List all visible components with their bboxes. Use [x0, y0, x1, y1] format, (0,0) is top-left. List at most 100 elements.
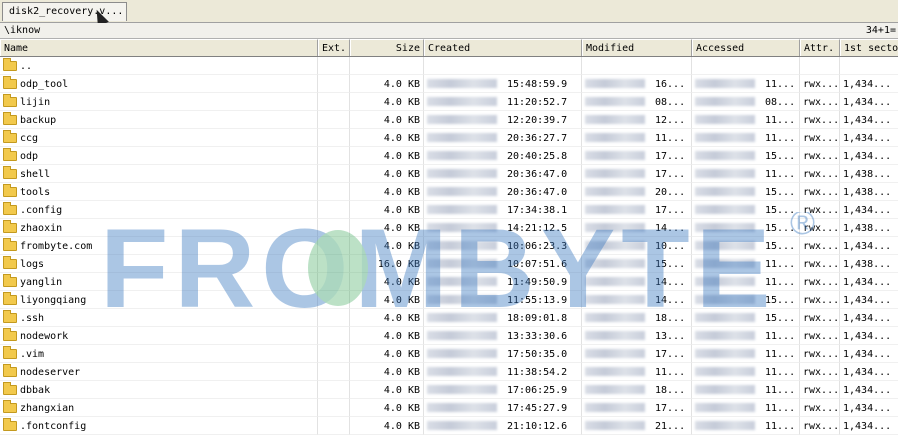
- ext-cell: [318, 327, 350, 345]
- table-row[interactable]: yanglin 4.0 KB 11:49:50.9 14... 11... rwx... 1…: [0, 273, 898, 291]
- table-row[interactable]: tools 4.0 KB 20:36:47.0 20... 15... rwx... 1,4…: [0, 183, 898, 201]
- column-header-created[interactable]: Created: [424, 39, 582, 56]
- column-header-size[interactable]: Size: [350, 39, 424, 56]
- name-cell[interactable]: ..: [0, 57, 318, 75]
- redacted-date: [695, 97, 755, 106]
- file-name: ..: [20, 61, 33, 72]
- size-cell: 4.0 KB: [350, 165, 424, 183]
- modified-value: 17...: [655, 403, 686, 414]
- name-cell[interactable]: zhangxian: [0, 399, 318, 417]
- created-time: 20:40:25.8: [507, 151, 568, 162]
- name-cell[interactable]: zhaoxin: [0, 219, 318, 237]
- created-cell: 20:36:47.0: [424, 183, 582, 201]
- name-cell[interactable]: frombyte.com: [0, 237, 318, 255]
- table-row[interactable]: nodeserver 4.0 KB 11:38:54.2 11... 11... rwx.…: [0, 363, 898, 381]
- created-time: 13:33:30.6: [507, 331, 568, 342]
- redacted-date: [695, 313, 755, 322]
- table-row[interactable]: frombyte.com 4.0 KB 10:06:23.3 10... 15... rw…: [0, 237, 898, 255]
- table-row[interactable]: odp 4.0 KB 20:40:25.8 17... 15... rwx... 1,434…: [0, 147, 898, 165]
- created-cell: 11:55:13.9: [424, 291, 582, 309]
- name-cell[interactable]: logs: [0, 255, 318, 273]
- column-header-name[interactable]: Name: [0, 39, 318, 56]
- file-name: yanglin: [20, 277, 63, 288]
- name-cell[interactable]: tools: [0, 183, 318, 201]
- table-row[interactable]: .vim 4.0 KB 17:50:35.0 17... 11... rwx... 1,43…: [0, 345, 898, 363]
- name-cell[interactable]: .fontconfig: [0, 417, 318, 435]
- column-header-accessed[interactable]: Accessed: [692, 39, 800, 56]
- attr-cell: rwx...: [800, 399, 840, 417]
- sector-cell: 1,434...: [840, 93, 898, 111]
- table-row[interactable]: odp_tool 4.0 KB 15:48:59.9 16... 11... rwx...…: [0, 75, 898, 93]
- created-time: 17:45:27.9: [507, 403, 568, 414]
- name-cell[interactable]: dbbak: [0, 381, 318, 399]
- name-cell[interactable]: odp_tool: [0, 75, 318, 93]
- redacted-date: [585, 151, 645, 160]
- table-row[interactable]: liyongqiang 4.0 KB 11:55:13.9 14... 15... rwx…: [0, 291, 898, 309]
- accessed-cell: 15...: [692, 147, 800, 165]
- table-row[interactable]: .ssh 4.0 KB 18:09:01.8 18... 15... rwx... 1,43…: [0, 309, 898, 327]
- item-count: 34+1=: [865, 25, 896, 36]
- table-row[interactable]: zhangxian 4.0 KB 17:45:27.9 17... 11... rwx..…: [0, 399, 898, 417]
- accessed-value: 11...: [765, 331, 796, 342]
- redacted-date: [695, 295, 755, 304]
- file-name: zhaoxin: [20, 223, 63, 234]
- table-row[interactable]: zhaoxin 4.0 KB 14:21:12.5 14... 15... rwx... 1…: [0, 219, 898, 237]
- name-cell[interactable]: .config: [0, 201, 318, 219]
- modified-cell: 15...: [582, 255, 692, 273]
- accessed-cell: 15...: [692, 291, 800, 309]
- column-header-modified[interactable]: Modified: [582, 39, 692, 56]
- name-cell[interactable]: odp: [0, 147, 318, 165]
- name-cell[interactable]: .ssh: [0, 309, 318, 327]
- attr-cell: rwx...: [800, 219, 840, 237]
- modified-cell: 18...: [582, 381, 692, 399]
- table-row[interactable]: ..: [0, 57, 898, 75]
- folder-icon: [3, 166, 17, 179]
- table-row[interactable]: shell 4.0 KB 20:36:47.0 17... 11... rwx... 1,4…: [0, 165, 898, 183]
- table-row[interactable]: ccg 4.0 KB 20:36:27.7 11... 11... rwx... 1,434…: [0, 129, 898, 147]
- name-cell[interactable]: ccg: [0, 129, 318, 147]
- folder-icon: [3, 202, 17, 215]
- folder-icon: [3, 220, 17, 233]
- name-cell[interactable]: backup: [0, 111, 318, 129]
- created-cell: 20:36:27.7: [424, 129, 582, 147]
- column-header-ext[interactable]: Ext.: [318, 39, 350, 56]
- table-row[interactable]: nodework 4.0 KB 13:33:30.6 13... 11... rwx...…: [0, 327, 898, 345]
- name-cell[interactable]: nodework: [0, 327, 318, 345]
- name-cell[interactable]: lijin: [0, 93, 318, 111]
- created-cell: 13:33:30.6: [424, 327, 582, 345]
- name-cell[interactable]: .vim: [0, 345, 318, 363]
- redacted-date: [585, 331, 645, 340]
- folder-icon: [3, 94, 17, 107]
- table-row[interactable]: .config 4.0 KB 17:34:38.1 17... 15... rwx... 1…: [0, 201, 898, 219]
- created-cell: 17:34:38.1: [424, 201, 582, 219]
- table-row[interactable]: .fontconfig 4.0 KB 21:10:12.6 21... 11... rwx…: [0, 417, 898, 435]
- modified-cell: 21...: [582, 417, 692, 435]
- table-row[interactable]: dbbak 4.0 KB 17:06:25.9 18... 11... rwx... 1,4…: [0, 381, 898, 399]
- accessed-cell: 11...: [692, 327, 800, 345]
- created-time: 11:55:13.9: [507, 295, 568, 306]
- name-cell[interactable]: shell: [0, 165, 318, 183]
- table-row[interactable]: backup 4.0 KB 12:20:39.7 12... 11... rwx... 1,…: [0, 111, 898, 129]
- modified-value: 15...: [655, 259, 686, 270]
- table-row[interactable]: logs 16.0 KB 10:07:51.6 15... 11... rwx... 1,4…: [0, 255, 898, 273]
- ext-cell: [318, 165, 350, 183]
- name-cell[interactable]: yanglin: [0, 273, 318, 291]
- sector-cell: 1,434...: [840, 129, 898, 147]
- redacted-date: [695, 349, 755, 358]
- table-row[interactable]: lijin 4.0 KB 11:20:52.7 08... 08... rwx... 1,4…: [0, 93, 898, 111]
- size-cell: 4.0 KB: [350, 309, 424, 327]
- name-cell[interactable]: nodeserver: [0, 363, 318, 381]
- column-header-attr[interactable]: Attr.: [800, 39, 840, 56]
- tab-disk2-recovery[interactable]: disk2_recovery.v...: [2, 2, 127, 21]
- column-header-first-sector[interactable]: 1st secto: [840, 39, 898, 56]
- attr-cell: rwx...: [800, 129, 840, 147]
- created-time: 11:38:54.2: [507, 367, 568, 378]
- file-name: ccg: [20, 133, 39, 144]
- file-name: zhangxian: [20, 403, 75, 414]
- accessed-value: 11...: [765, 79, 796, 90]
- redacted-date: [585, 169, 645, 178]
- accessed-value: 15...: [765, 295, 796, 306]
- modified-cell: 17...: [582, 399, 692, 417]
- name-cell[interactable]: liyongqiang: [0, 291, 318, 309]
- redacted-date: [427, 133, 497, 142]
